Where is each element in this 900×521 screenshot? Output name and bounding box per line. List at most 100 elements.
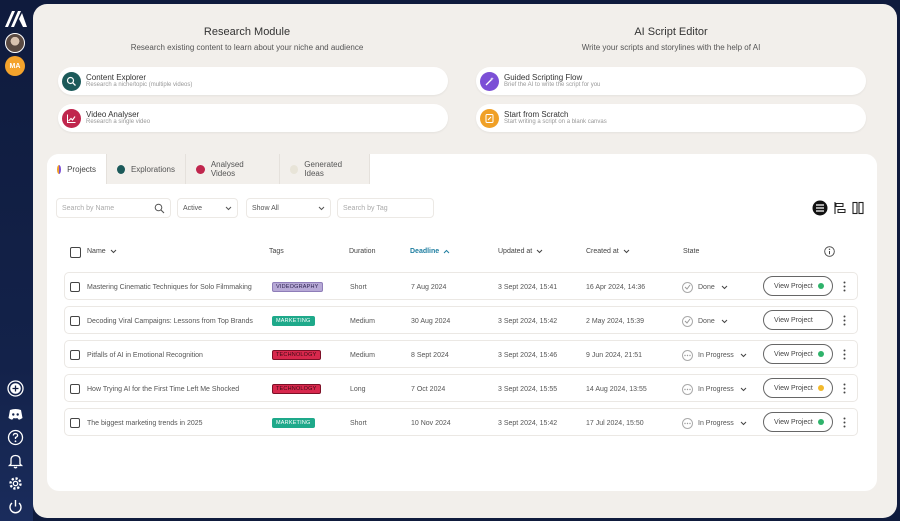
table-row[interactable]: Decoding Viral Campaigns: Lessons from T… — [64, 306, 858, 334]
column-updated[interactable]: Updated at — [498, 248, 543, 255]
timeline-view-icon[interactable] — [832, 200, 848, 216]
add-icon[interactable] — [7, 380, 24, 397]
table-row[interactable]: Pitfalls of AI in Emotional Recognition … — [64, 340, 858, 368]
chevron-down-icon — [721, 285, 728, 289]
more-options-icon[interactable] — [843, 417, 846, 428]
search-name-input[interactable]: Search by Name — [56, 198, 171, 218]
guided-scripting-card[interactable]: Guided Scripting Flow Brief the AI to wr… — [476, 67, 866, 95]
status-select[interactable]: Active — [177, 198, 238, 218]
start-from-scratch-card[interactable]: Start from Scratch Start writing a scrip… — [476, 104, 866, 132]
settings-icon[interactable] — [7, 475, 24, 492]
more-options-icon[interactable] — [843, 315, 846, 326]
state-dropdown[interactable]: Done — [682, 307, 728, 335]
research-subtitle: Research existing content to learn about… — [130, 43, 364, 52]
show-select[interactable]: Show All — [246, 198, 331, 218]
project-name[interactable]: How Trying AI for the First Time Left Me… — [87, 375, 239, 403]
search-icon[interactable] — [154, 203, 165, 214]
state-dropdown[interactable]: In Progress — [682, 375, 747, 403]
state-dropdown[interactable]: In Progress — [682, 341, 747, 369]
card-subtitle: Brief the AI to write the script for you — [504, 82, 601, 88]
help-icon[interactable] — [7, 429, 24, 446]
user-avatar[interactable] — [5, 33, 25, 53]
board-view-icon[interactable] — [850, 200, 866, 216]
chevron-down-icon — [110, 249, 117, 254]
view-project-button[interactable]: View Project — [763, 412, 833, 432]
updated-cell: 3 Sept 2024, 15:55 — [498, 385, 558, 393]
chevron-down-icon — [740, 353, 747, 357]
search-tag-input[interactable]: Search by Tag — [337, 198, 434, 218]
table-row[interactable]: Mastering Cinematic Techniques for Solo … — [64, 272, 858, 300]
projects-tab-icon — [57, 164, 62, 174]
deadline-cell: 7 Oct 2024 — [411, 385, 446, 393]
more-options-icon[interactable] — [843, 383, 846, 394]
tag-badge[interactable]: MARKETING — [272, 316, 315, 326]
initials-avatar[interactable]: MA — [5, 56, 25, 76]
duration-cell: Short — [350, 283, 367, 291]
column-label: State — [683, 248, 700, 255]
view-project-label: View Project — [774, 350, 813, 358]
tag-cell: TECHNOLOGY — [272, 341, 321, 369]
edit-document-icon — [480, 108, 499, 128]
list-view-icon[interactable] — [812, 200, 828, 216]
tag-badge[interactable]: VIDEOGRAPHY — [272, 282, 323, 292]
column-deadline[interactable]: Deadline — [410, 248, 450, 255]
more-options-icon[interactable] — [843, 281, 846, 292]
state-dropdown[interactable]: In Progress — [682, 409, 747, 437]
card-title: Guided Scripting Flow — [504, 73, 583, 82]
chart-icon — [62, 108, 81, 128]
select-all-checkbox[interactable] — [70, 247, 81, 258]
table-row[interactable]: The biggest marketing trends in 2025 MAR… — [64, 408, 858, 436]
tag-cell: MARKETING — [272, 307, 315, 335]
created-cell: 16 Apr 2024, 14:36 — [586, 283, 646, 291]
state-dropdown[interactable]: Done — [682, 273, 728, 301]
bell-icon[interactable] — [7, 452, 24, 469]
deadline-cell: 30 Aug 2024 — [411, 317, 451, 325]
generated-ideas-tab-icon — [290, 164, 299, 174]
row-checkbox[interactable] — [70, 307, 80, 335]
row-checkbox[interactable] — [70, 341, 80, 369]
power-icon[interactable] — [7, 498, 24, 515]
status-select-value: Active — [183, 204, 203, 212]
view-project-label: View Project — [774, 418, 813, 426]
column-label: Deadline — [410, 248, 440, 255]
project-name[interactable]: Mastering Cinematic Techniques for Solo … — [87, 273, 252, 301]
created-cell: 2 May 2024, 15:39 — [586, 317, 644, 325]
tab-label: Analysed Videos — [210, 160, 244, 178]
tag-badge[interactable]: TECHNOLOGY — [272, 384, 321, 394]
chevron-down-icon — [318, 206, 325, 211]
view-project-button[interactable]: View Project — [763, 276, 833, 296]
project-name[interactable]: Pitfalls of AI in Emotional Recognition — [87, 341, 203, 369]
tag-badge[interactable]: MARKETING — [272, 418, 315, 428]
table-row[interactable]: How Trying AI for the First Time Left Me… — [64, 374, 858, 402]
content-explorer-card[interactable]: Content Explorer Research a niche/topic … — [58, 67, 448, 95]
projects-panel: Projects Explorations Analysed Videos Ge… — [47, 154, 877, 491]
tag-badge[interactable]: TECHNOLOGY — [272, 350, 321, 360]
view-project-button[interactable]: View Project — [763, 310, 833, 330]
chevron-down-icon — [740, 387, 747, 391]
duration-cell: Medium — [350, 351, 375, 359]
discord-icon[interactable] — [7, 406, 24, 423]
video-analyser-card[interactable]: Video Analyser Research a single video — [58, 104, 448, 132]
chevron-up-icon — [443, 249, 450, 254]
row-checkbox[interactable] — [70, 409, 80, 437]
view-project-button[interactable]: View Project — [763, 344, 833, 364]
project-name[interactable]: Decoding Viral Campaigns: Lessons from T… — [87, 307, 253, 335]
info-icon[interactable] — [824, 246, 835, 257]
tab-label: Projects — [67, 164, 96, 174]
project-name[interactable]: The biggest marketing trends in 2025 — [87, 409, 203, 437]
app-logo[interactable] — [4, 8, 28, 28]
updated-cell: 3 Sept 2024, 15:42 — [498, 317, 558, 325]
tab-explorations[interactable]: Explorations — [107, 154, 186, 184]
tab-projects[interactable]: Projects — [47, 154, 107, 184]
tab-bar: Projects Explorations Analysed Videos Ge… — [47, 154, 370, 184]
column-name[interactable]: Name — [87, 248, 117, 255]
more-options-icon[interactable] — [843, 349, 846, 360]
tab-analysed-videos[interactable]: Analysed Videos — [186, 154, 280, 184]
column-label: Created at — [586, 248, 619, 255]
column-created[interactable]: Created at — [586, 248, 630, 255]
tab-generated-ideas[interactable]: Generated Ideas — [280, 154, 370, 184]
row-checkbox[interactable] — [70, 375, 80, 403]
column-duration: Duration — [349, 248, 375, 255]
view-project-button[interactable]: View Project — [763, 378, 833, 398]
row-checkbox[interactable] — [70, 273, 80, 301]
